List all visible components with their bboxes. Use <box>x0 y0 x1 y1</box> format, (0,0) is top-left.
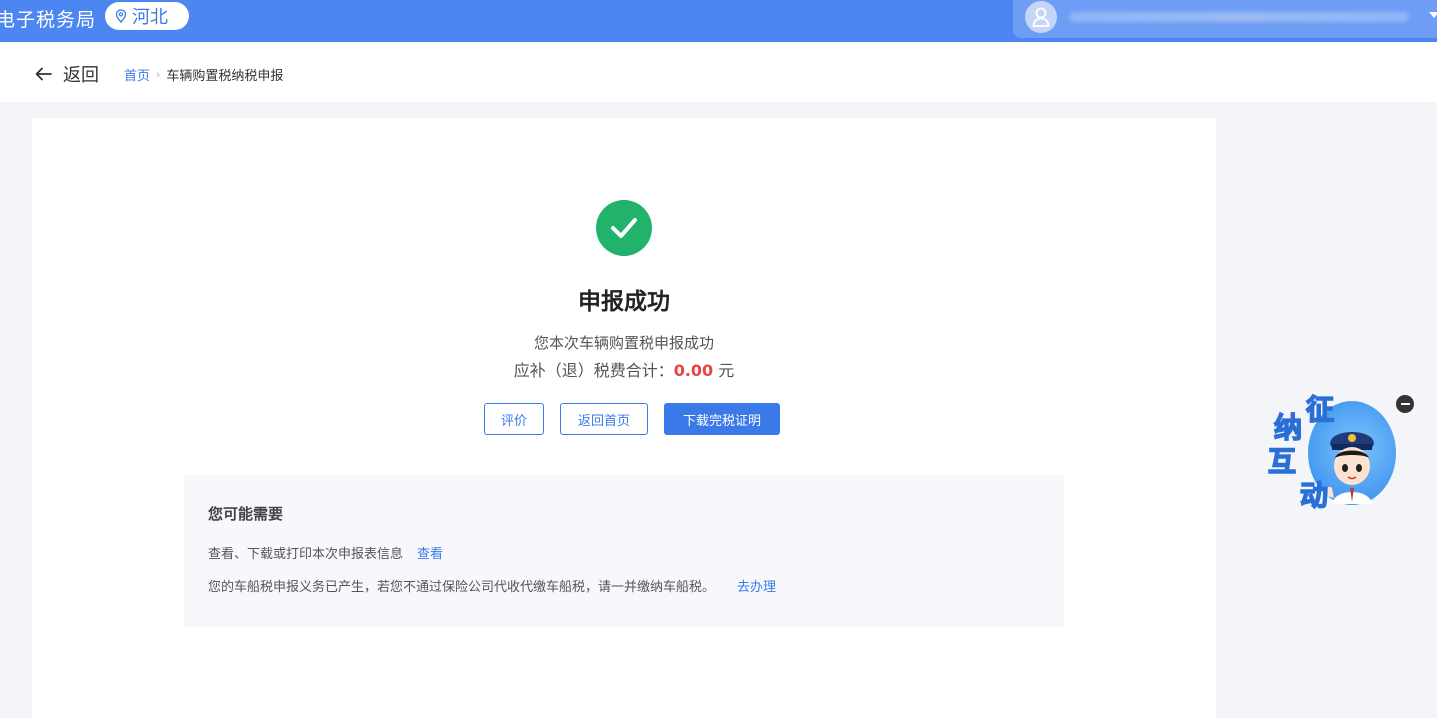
suggestion-text: 您的车船税申报义务已产生，若您不通过保险公司代收代缴车船税，请一并缴纳车船税。 <box>208 580 716 595</box>
user-menu[interactable] <box>1013 0 1437 38</box>
success-description: 您本次车辆购置税申报成功 <box>533 334 714 352</box>
result-card: 申报成功 您本次车辆购置税申报成功 应补（退）税费合计：0.00 元 评价 返回… <box>32 118 1216 718</box>
tax-total: 应补（退）税费合计：0.00 元 <box>32 357 1216 381</box>
page-title: 申报成功 <box>578 289 670 315</box>
suggestions-panel: 您可能需要 查看、下载或打印本次申报表信息 查看 您的车船税申报义务已产生，若您不… <box>184 475 1064 627</box>
mascot-label-char: 征 <box>1305 392 1335 427</box>
suggestions-title: 您可能需要 <box>208 505 284 523</box>
location-pin-icon <box>115 9 127 23</box>
user-icon <box>1032 7 1050 27</box>
breadcrumb-home-link[interactable]: 首页 <box>124 65 150 84</box>
breadcrumb: 首页 › 车辆购置税纳税申报 <box>124 65 283 84</box>
site-title: 电子税务局 <box>0 9 97 31</box>
download-certificate-button[interactable]: 下载完税证明 <box>664 403 780 435</box>
interaction-mascot-widget[interactable]: 征 纳 互 动 <box>1262 388 1400 513</box>
check-icon <box>611 218 637 238</box>
go-handle-link[interactable]: 去办理 <box>737 580 776 595</box>
success-check-icon <box>596 200 652 256</box>
suggestion-text: 查看、下载或打印本次申报表信息 <box>208 547 404 562</box>
region-label: 河北 <box>132 7 168 28</box>
avatar <box>1025 1 1057 33</box>
tax-total-label: 应补（退）税费合计： <box>513 361 674 380</box>
breadcrumb-current: 车辆购置税纳税申报 <box>166 69 284 84</box>
user-name-redacted <box>1069 12 1409 22</box>
list-item: 查看、下载或打印本次申报表信息 查看 <box>208 543 443 562</box>
mascot-character-icon <box>1325 432 1374 504</box>
list-item: 您的车船税申报义务已产生，若您不通过保险公司代收代缴车船税，请一并缴纳车船税。 去… <box>208 576 776 595</box>
sub-navigation: 返回 首页 › 车辆购置税纳税申报 <box>0 42 1437 102</box>
mascot-label-char: 互 <box>1267 444 1297 479</box>
region-selector[interactable]: 河北 <box>105 2 189 30</box>
back-home-button[interactable]: 返回首页 <box>560 403 648 435</box>
back-button[interactable]: 返回 <box>35 61 99 87</box>
tax-total-amount: 0.00 <box>673 361 714 380</box>
chevron-down-icon <box>1429 12 1437 18</box>
top-header: 电子税务局 河北 <box>0 0 1437 42</box>
mascot-label-char: 动 <box>1299 478 1329 513</box>
minimize-widget-icon[interactable] <box>1396 395 1414 413</box>
tax-total-unit: 元 <box>718 361 735 380</box>
evaluate-button[interactable]: 评价 <box>484 403 544 435</box>
arrow-left-icon <box>35 67 52 81</box>
back-label: 返回 <box>63 65 99 86</box>
view-link[interactable]: 查看 <box>417 547 443 562</box>
chevron-right-icon: › <box>156 68 161 81</box>
